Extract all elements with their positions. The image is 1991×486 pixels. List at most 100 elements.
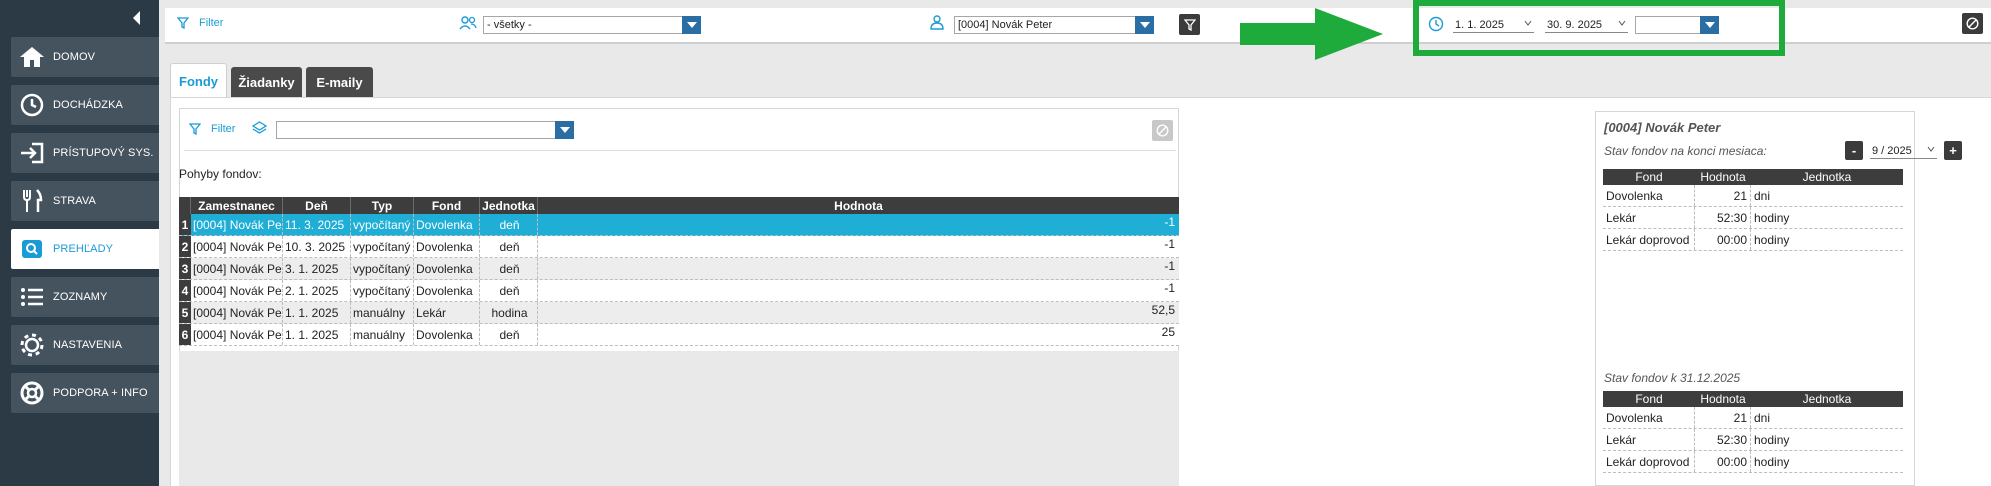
employee-select-value: [0004] Novák Peter [958,19,1053,31]
cell-unit: dni [1754,188,1771,203]
sidebar-item-label: DOCHÁDZKA [53,99,123,111]
cell-fund: Lekár doprovod [1603,229,1695,250]
panel-clear-button[interactable] [1152,120,1173,141]
cell-unit: deň [480,236,538,257]
header-jednotka[interactable]: Jednotka [480,197,538,214]
app-root: DOMOV DOCHÁDZKA PRÍSTUPOVÝ SYS. STRAVA P… [0,0,1991,486]
chevron-down-icon[interactable] [682,16,701,34]
cell-value: 52:30 [1695,207,1751,228]
sidebar-item-label: ZOZNAMY [53,291,108,303]
header-den[interactable]: Deň [283,197,351,214]
employee-select[interactable]: [0004] Novák Peter [954,16,1154,34]
cell-fund: Dovolenka [414,258,480,279]
panel-filter-link[interactable]: Filter [189,123,235,135]
header-rownum [179,197,191,214]
header-fond[interactable]: Fond [414,197,480,214]
cell-type: vypočítaný [351,280,414,301]
cell-fund: Lekár [414,302,480,323]
list-item: Lekár doprovod 00:00 hodiny [1603,451,1903,473]
cell-unit: deň [480,324,538,345]
table-row[interactable]: 6[0004] Novák Peter1. 1. 2025manuálnyDov… [179,324,1179,346]
sidebar-item-domov[interactable]: DOMOV [11,37,159,77]
table-row[interactable]: 2[0004] Novák Peter10. 3. 2025vypočítaný… [179,236,1179,258]
sidebar-item-strava[interactable]: STRAVA [11,181,159,221]
mini-table-header: Fond Hodnota Jednotka [1603,169,1903,185]
cell-value: -1 [1164,259,1175,273]
cell-num: 3 [179,258,191,279]
cell-unit: hodiny [1754,432,1790,447]
tab-label: Žiadanky [238,74,295,90]
cell-emp: [0004] Novák Peter [191,324,283,345]
table-row[interactable]: 4[0004] Novák Peter2. 1. 2025vypočítanýD… [179,280,1179,302]
cell-fund: Dovolenka [1603,407,1695,428]
list-item: Lekár 52:30 hodiny [1603,207,1903,229]
cell-emp: [0004] Novák Peter [191,258,283,279]
header-typ[interactable]: Typ [351,197,414,214]
chevron-down-icon[interactable] [555,121,574,139]
month-select-value: 9 / 2025 [1872,144,1912,157]
cell-num: 2 [179,236,191,257]
sidebar-item-nastavenia[interactable]: NASTAVENIA [11,325,159,365]
table-row[interactable]: 5[0004] Novák Peter1. 1. 2025manuálnyLek… [179,302,1179,324]
chevron-down-icon[interactable] [1135,16,1154,34]
list-item: Lekár doprovod 00:00 hodiny [1603,229,1903,251]
filter-icon [189,123,201,135]
cell-value: 00:00 [1695,451,1751,472]
cell-unit: deň [480,214,538,235]
section-title: Pohyby fondov: [179,167,262,181]
list-item: Dovolenka 21 dni [1603,407,1903,429]
annotation-highlight-box [1413,0,1785,56]
header-hodnota[interactable]: Hodnota [538,197,1179,214]
header-fond: Fond [1635,170,1663,184]
cell-fund: Dovolenka [1603,185,1695,206]
tab-label: E-maily [316,74,363,90]
sidebar-item-zoznamy[interactable]: ZOZNAMY [11,277,159,317]
sidebar-item-label: DOMOV [53,51,96,63]
sidebar-item-pristupovy[interactable]: PRÍSTUPOVÝ SYS. [11,133,159,173]
prev-month-button[interactable]: - [1845,141,1863,160]
cell-day: 1. 1. 2025 [283,302,351,323]
filter-link[interactable]: Filter [177,17,223,29]
grid-empty-area [179,351,1179,486]
table-row[interactable]: 3[0004] Novák Peter3. 1. 2025vypočítanýD… [179,258,1179,280]
cell-fund: Dovolenka [414,236,480,257]
cell-day: 2. 1. 2025 [283,280,351,301]
clear-filter-button[interactable] [1962,13,1983,34]
next-month-button[interactable]: + [1944,141,1962,160]
panel-filter-select[interactable] [276,121,574,139]
clock-icon [11,92,53,118]
list-item: Dovolenka 21 dni [1603,185,1903,207]
cell-value: -1 [1164,237,1175,251]
header-jednotka: Jednotka [1802,170,1852,184]
cell-type: manuálny [351,302,414,323]
collapse-sidebar-icon[interactable] [131,10,143,26]
tab-emaily[interactable]: E-maily [306,67,373,97]
month-select[interactable]: 9 / 2025 [1870,143,1937,159]
cell-fund: Lekár doprovod [1603,451,1695,472]
table-row[interactable]: 1[0004] Novák Peter11. 3. 2025vypočítaný… [179,214,1179,236]
group-select[interactable]: - všetky - [483,16,701,34]
tab-fondy[interactable]: Fondy [170,63,227,98]
cell-type: vypočítaný [351,214,414,235]
tab-ziadanky[interactable]: Žiadanky [231,67,302,97]
home-icon [11,46,53,68]
cell-unit: dni [1754,410,1771,425]
sidebar-item-podpora[interactable]: PODPORA + INFO [11,373,159,413]
apply-filter-button[interactable] [1179,14,1200,35]
sidebar-item-label: PREHĽADY [53,243,114,255]
cell-value: 52,5 [1151,303,1175,317]
plus-label: + [1949,143,1957,158]
cell-fund: Dovolenka [414,324,480,345]
cell-value: -1 [1164,215,1175,229]
cell-value: 21 [1695,185,1751,206]
cell-fund: Dovolenka [414,214,480,235]
sidebar-item-prehlady[interactable]: PREHĽADY [11,229,159,269]
sidebar-item-label: STRAVA [53,195,96,207]
cell-type: vypočítaný [351,236,414,257]
header-zamestnanec[interactable]: Zamestnanec [191,197,283,214]
cell-value: 00:00 [1695,229,1751,250]
header-hodnota: Hodnota [1700,170,1746,184]
cell-fund: Dovolenka [414,280,480,301]
cell-emp: [0004] Novák Peter [191,302,283,323]
sidebar-item-dochadzka[interactable]: DOCHÁDZKA [11,85,159,125]
